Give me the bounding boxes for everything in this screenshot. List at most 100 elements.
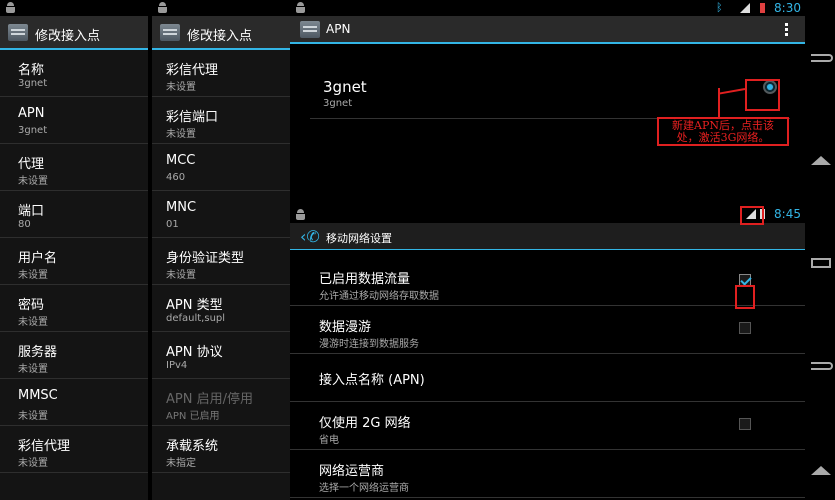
item-value: 未设置 [18, 176, 48, 187]
list-item-apn-type[interactable]: APN 类型 default,supl [152, 285, 290, 332]
battery-icon [760, 3, 765, 13]
apn-entry-name: 3gnet [323, 78, 367, 96]
android-notification-icon [296, 2, 305, 13]
item-value: 未设置 [18, 270, 48, 281]
2g-only-checkbox[interactable] [739, 418, 751, 430]
item-value: 未设置 [18, 458, 48, 469]
setting-summary: 选择一个网络运营商 [319, 483, 409, 494]
settings-app-icon[interactable] [8, 24, 28, 41]
page-title: 修改接入点 [35, 29, 101, 44]
item-value: 未设置 [18, 411, 48, 422]
item-label: 密码 [18, 298, 45, 313]
list-item-proxy[interactable]: 代理 未设置 [0, 144, 148, 191]
item-value: 3gnet [18, 78, 48, 89]
item-label: APN 启用/停用 [166, 392, 253, 407]
checkbox-highlight-box [735, 285, 755, 309]
item-label: 承载系统 [166, 439, 219, 454]
item-value: 01 [166, 219, 179, 230]
item-label: 代理 [18, 157, 45, 172]
item-value: 3gnet [18, 125, 48, 136]
annotation-callout: 新建APN后，点击该 处，激活3G网络。 [657, 117, 789, 146]
bluetooth-icon: ᛒ [716, 1, 723, 14]
edit-apn-panel-middle: 修改接入点 彩信代理未设置 彩信端口 未设置 MCC 460 MNC 01 身份验证类… [152, 0, 290, 500]
clock: 8:30 [774, 1, 801, 15]
setting-network-operator[interactable]: 网络运营商 选择一个网络运营商 [290, 450, 805, 498]
phone-icon[interactable]: ‹✆ [300, 227, 320, 246]
setting-label: 已启用数据流量 [319, 272, 411, 287]
item-label: MNC [166, 200, 197, 215]
annotation-arrow-line [718, 88, 720, 118]
overflow-menu-icon[interactable] [785, 23, 789, 38]
list-item-bearer[interactable]: 承载系统 未指定 [152, 426, 290, 473]
page-title: 修改接入点 [187, 29, 253, 44]
list-item-username[interactable]: 用户名 未设置 [0, 238, 148, 285]
setting-label: 网络运营商 [319, 464, 385, 479]
setting-summary: 省电 [319, 435, 339, 446]
list-item-password[interactable]: 密码 未设置 [0, 285, 148, 332]
status-bar [0, 0, 148, 16]
list-item-apn[interactable]: APN 3gnet [0, 97, 148, 144]
item-value: 未设置 [166, 82, 196, 93]
setting-summary: 允许通过移动网络存取数据 [319, 291, 439, 302]
settings-app-icon[interactable] [300, 21, 320, 38]
recent-apps-nav-icon[interactable] [811, 258, 831, 268]
setting-apn[interactable]: 接入点名称 (APN) [290, 354, 805, 402]
android-notification-icon [296, 209, 305, 220]
mobile-network-settings-list: 已启用数据流量 允许通过移动网络存取数据 数据漫游 漫游时连接到数据服务 接入点… [290, 258, 805, 498]
item-value: 未设置 [166, 270, 196, 281]
action-bar: 修改接入点 [0, 16, 148, 50]
list-item-mnc[interactable]: MNC 01 [152, 191, 290, 238]
item-value: APN 已启用 [166, 411, 220, 422]
list-item-apn-enable: APN 启用/停用 APN 已启用 [152, 379, 290, 426]
list-item-auth-type[interactable]: 身份验证类型 未设置 [152, 238, 290, 285]
list-item-mms-proxy[interactable]: 彩信代理 未设置 [0, 426, 148, 473]
item-label: MMSC [18, 388, 58, 403]
item-value: 未指定 [166, 458, 196, 469]
signal-highlight-box [740, 206, 764, 225]
item-label: 彩信代理 [18, 439, 71, 454]
status-bar [152, 0, 290, 16]
status-bar-2: 8:45 [290, 205, 805, 223]
back-nav-icon[interactable] [811, 54, 833, 62]
setting-data-enabled[interactable]: 已启用数据流量 允许通过移动网络存取数据 [290, 258, 805, 306]
edit-apn-panel-left: 修改接入点 名称 3gnet APN 3gnet 代理 未设置 端口 80 用户名 未设置… [0, 0, 148, 500]
item-label: 服务器 [18, 345, 58, 360]
setting-data-roaming[interactable]: 数据漫游 漫游时连接到数据服务 [290, 306, 805, 354]
page-title: APN [326, 22, 351, 36]
setting-label: 接入点名称 (APN) [319, 373, 425, 388]
home-nav-icon[interactable] [811, 466, 831, 475]
item-label: APN 协议 [166, 345, 223, 360]
item-value: 未设置 [18, 317, 48, 328]
page-title: 移动网络设置 [326, 232, 392, 245]
list-item-apn-protocol[interactable]: APN 协议 IPv4 [152, 332, 290, 379]
radio-highlight-box [745, 79, 780, 111]
mobile-network-action-bar: ‹✆ 移动网络设置 [290, 223, 805, 250]
settings-app-icon[interactable] [160, 24, 180, 41]
item-label: 彩信代理 [166, 63, 219, 78]
item-label: APN [18, 106, 45, 121]
navigation-bar [805, 0, 835, 500]
item-label: 名称 [18, 63, 45, 78]
back-nav-icon[interactable] [811, 362, 833, 370]
home-nav-icon[interactable] [811, 156, 831, 165]
list-item-port[interactable]: 端口 80 [0, 191, 148, 238]
data-roaming-checkbox[interactable] [739, 322, 751, 334]
list-item-mms-proxy[interactable]: 彩信代理 未设置 [152, 50, 290, 97]
item-label: 身份验证类型 [166, 251, 245, 266]
list-item-server[interactable]: 服务器 未设置 [0, 332, 148, 379]
item-label: MCC [166, 153, 196, 168]
list-item-mmsc[interactable]: MMSC 未设置 [0, 379, 148, 426]
annotation-line-2: 处，激活3G网络。 [676, 131, 770, 144]
clock: 8:45 [774, 207, 801, 221]
list-item-mms-port[interactable]: 彩信端口 未设置 [152, 97, 290, 144]
item-value: 80 [18, 219, 31, 230]
list-item-name[interactable]: 名称 3gnet [0, 50, 148, 97]
list-item-mcc[interactable]: MCC 460 [152, 144, 290, 191]
setting-2g-only[interactable]: 仅使用 2G 网络 省电 [290, 402, 805, 450]
apn-action-bar: APN [290, 16, 805, 44]
item-value: 未设置 [166, 129, 196, 140]
signal-icon [740, 3, 750, 13]
action-bar: 修改接入点 [152, 16, 290, 50]
item-label: 用户名 [18, 251, 58, 266]
setting-label: 数据漫游 [319, 320, 372, 335]
